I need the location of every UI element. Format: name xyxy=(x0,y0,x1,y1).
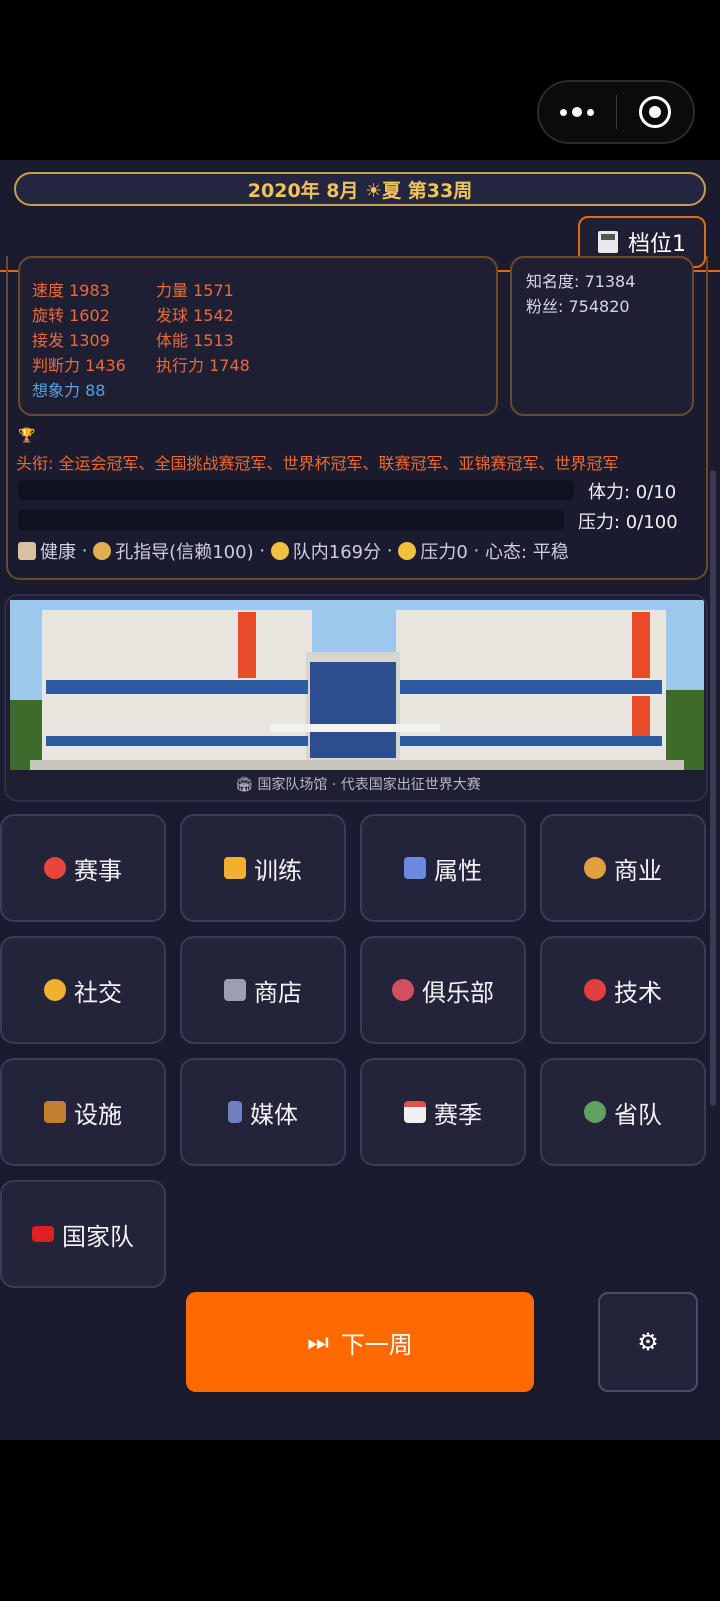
status-coach: 孔指导(信赖100) xyxy=(115,542,254,563)
pressure-label: 压力: 0/100 xyxy=(578,512,678,533)
stamina-bar xyxy=(18,480,574,500)
pressure-bar xyxy=(18,510,564,530)
status-pressure: 压力0 xyxy=(420,542,468,563)
status-line: 健康 · 孔指导(信赖100) · 队内169分 · 压力0 · 心态: 平稳 xyxy=(18,538,569,564)
fame-box: 知名度: 71384 粉丝: 754820 xyxy=(510,256,694,416)
bandage-icon xyxy=(18,542,36,560)
muscle-icon xyxy=(224,857,246,879)
menu-events-button[interactable]: 赛事 xyxy=(0,814,166,922)
venue-image xyxy=(10,600,704,770)
face-icon xyxy=(398,542,417,560)
menu-training-button[interactable]: 训练 xyxy=(180,814,346,922)
medal-icon xyxy=(270,542,289,560)
status-mood: 心态: 平稳 xyxy=(484,542,569,563)
fast-forward-icon: ⏭ xyxy=(307,1328,329,1356)
trophy-icon: 🏆 xyxy=(18,428,36,444)
settings-button[interactable]: ⚙ xyxy=(598,1292,698,1392)
menu-business-button[interactable]: 商业 xyxy=(540,814,706,922)
menu-media-button[interactable]: 媒体 xyxy=(180,1058,346,1166)
gear-icon: ⚙ xyxy=(637,1328,659,1356)
menu-shop-button[interactable]: 商店 xyxy=(180,936,346,1044)
save-slot-label: 档位1 xyxy=(628,232,686,257)
handshake-icon xyxy=(44,979,66,1001)
stat-imagination: 想象力 88 xyxy=(32,381,106,400)
money-bag-icon xyxy=(584,857,606,879)
cart-icon xyxy=(224,979,246,1001)
menu-attributes-button[interactable]: 属性 xyxy=(360,814,526,922)
badge-icon xyxy=(584,1101,606,1123)
stat-receive: 接发 1309 xyxy=(32,331,110,350)
menu-season-button[interactable]: 赛季 xyxy=(360,1058,526,1166)
stat-power: 力量 1571 xyxy=(156,281,234,300)
coach-icon xyxy=(93,542,112,560)
status-health: 健康 xyxy=(40,542,76,563)
fame-value: 知名度: 71384 xyxy=(526,272,636,291)
target-icon xyxy=(584,979,606,1001)
save-disk-icon xyxy=(598,231,618,253)
phone-icon xyxy=(228,1101,242,1123)
menu-provincial-team-button[interactable]: 省队 xyxy=(540,1058,706,1166)
china-flag-icon xyxy=(32,1226,54,1242)
stadium-icon xyxy=(392,979,414,1001)
stat-spin: 旋转 1602 xyxy=(32,306,110,325)
ping-pong-icon xyxy=(44,857,66,879)
stat-fitness: 体能 1513 xyxy=(156,331,234,350)
stat-serve: 发球 1542 xyxy=(156,306,234,325)
stamina-label: 体力: 0/10 xyxy=(588,482,677,503)
stadium-icon: 🏟 xyxy=(235,777,253,793)
venue-card: 🏟 国家队场馆 · 代表国家出征世界大赛 xyxy=(4,594,708,802)
player-titles: 头衔: 全运会冠军、全国挑战赛冠军、世界杯冠军、联赛冠军、亚锦赛冠军、世界冠军 xyxy=(16,454,619,473)
close-mini-program-icon[interactable] xyxy=(617,96,694,128)
fans-value: 粉丝: 754820 xyxy=(526,297,630,316)
more-menu-icon[interactable] xyxy=(539,107,616,117)
calendar-icon xyxy=(404,1101,426,1123)
status-team-score: 队内169分 xyxy=(292,542,382,563)
game-screen: 2020年 8月 ☀夏 第33周 档位1 知名度: 71384 粉丝: 7548… xyxy=(0,160,720,1440)
stats-list: 速度 1983 力量 1571 旋转 1602 发球 1542 接发 1309 … xyxy=(32,278,250,403)
bar-chart-icon xyxy=(404,857,426,879)
venue-caption: 🏟 国家队场馆 · 代表国家出征世界大赛 xyxy=(235,777,481,793)
scrollbar[interactable] xyxy=(710,470,716,1106)
next-week-button[interactable]: ⏭ 下一周 xyxy=(186,1292,534,1392)
menu-social-button[interactable]: 社交 xyxy=(0,936,166,1044)
stat-execution: 执行力 1748 xyxy=(156,356,250,375)
bottom-area xyxy=(0,1440,720,1601)
menu-national-team-button[interactable]: 国家队 xyxy=(0,1180,166,1288)
menu-facilities-button[interactable]: 设施 xyxy=(0,1058,166,1166)
menu-club-button[interactable]: 俱乐部 xyxy=(360,936,526,1044)
system-status-area xyxy=(0,0,720,160)
stat-speed: 速度 1983 xyxy=(32,281,110,300)
date-bar: 2020年 8月 ☀夏 第33周 xyxy=(14,172,706,206)
menu-technique-button[interactable]: 技术 xyxy=(540,936,706,1044)
crane-icon xyxy=(44,1101,66,1123)
mini-program-capsule xyxy=(537,80,695,144)
stat-judgement: 判断力 1436 xyxy=(32,356,126,375)
